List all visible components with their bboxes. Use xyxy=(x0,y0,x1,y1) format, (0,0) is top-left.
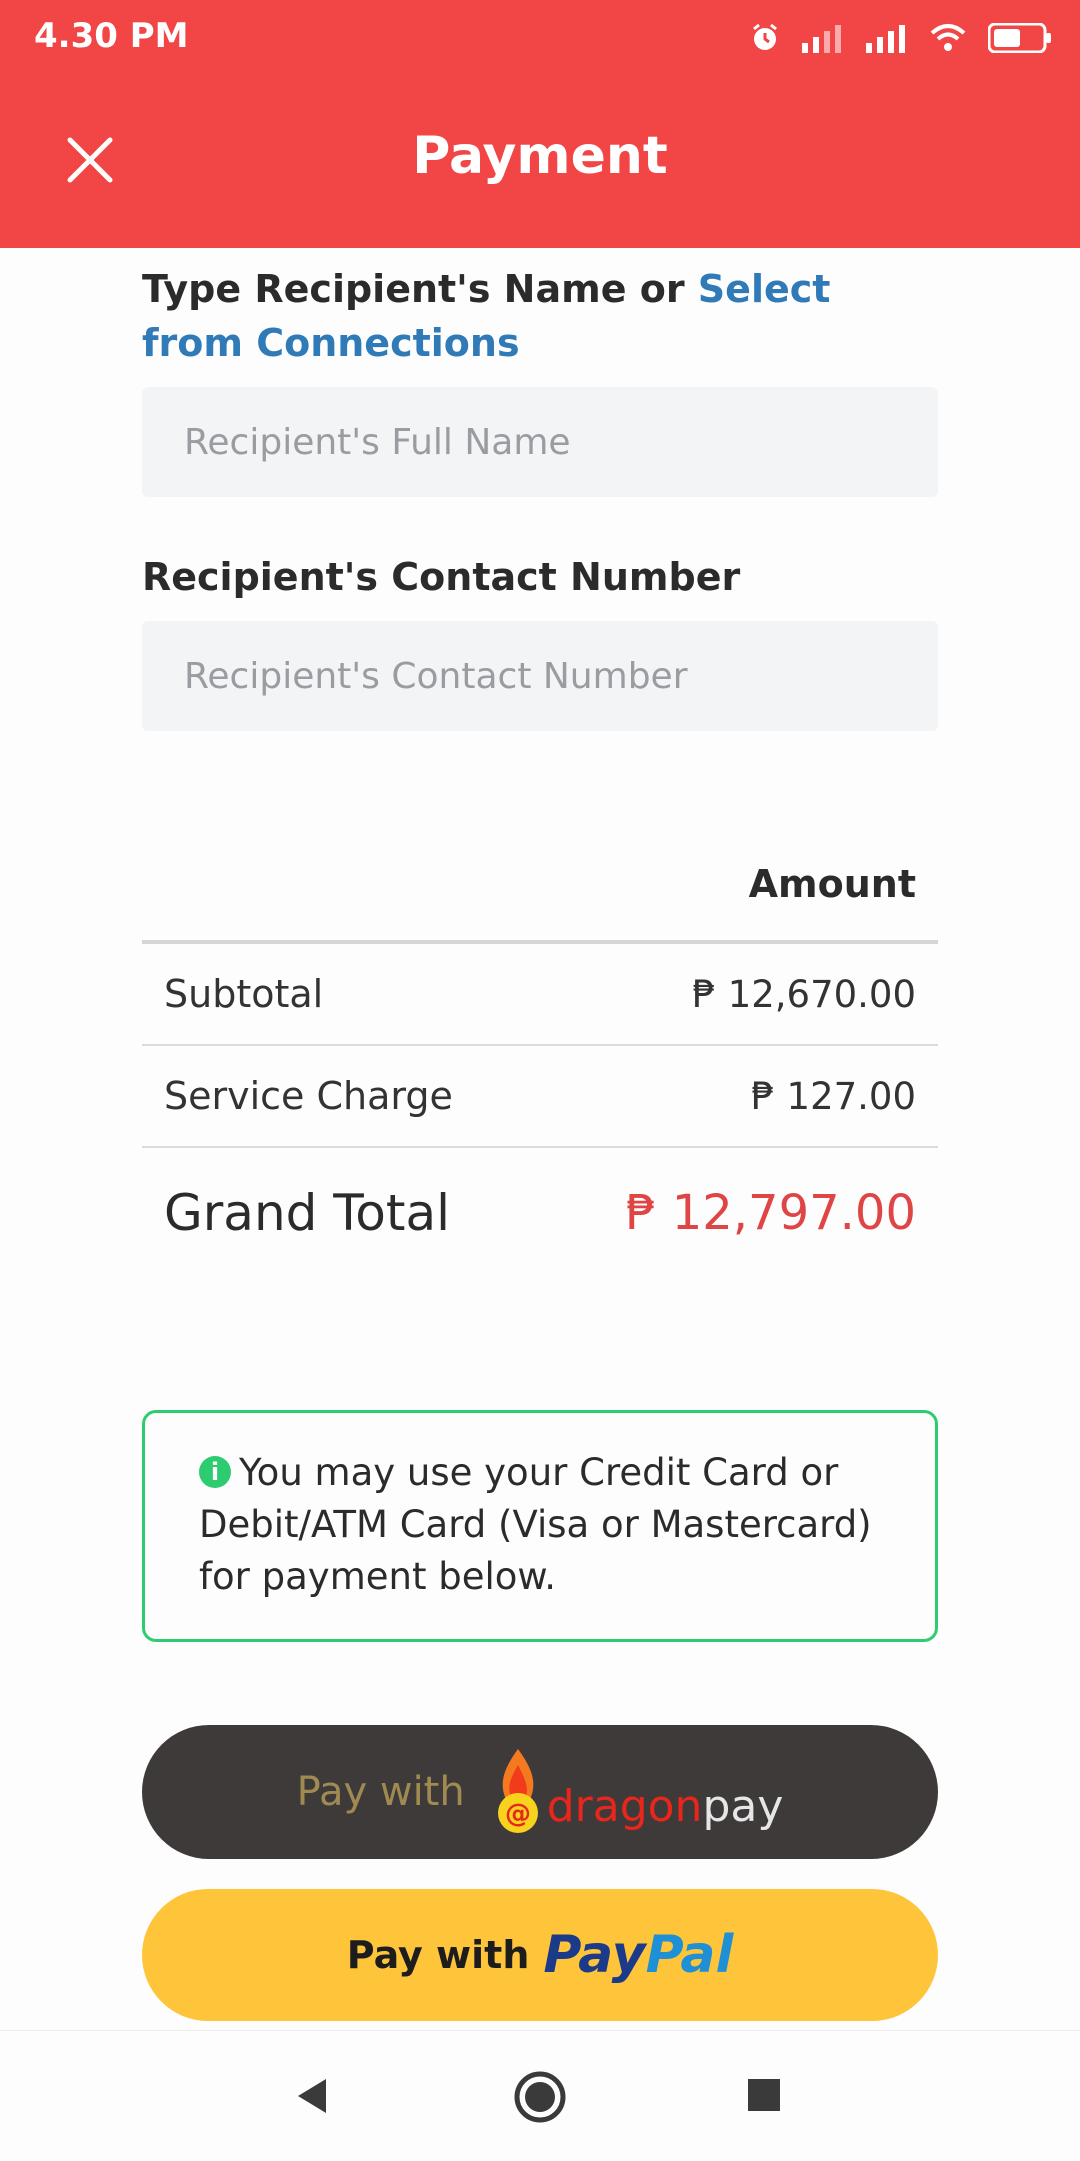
status-time: 4.30 PM xyxy=(34,16,189,56)
payment-info-notice: i You may use your Credit Card or Debit/A… xyxy=(142,1410,938,1642)
dragonpay-logo-icon: @ xyxy=(497,1749,538,1833)
info-icon: i xyxy=(199,1455,231,1488)
svg-text:@: @ xyxy=(505,1799,531,1829)
alarm-icon xyxy=(753,23,777,50)
summary-row-label: Subtotal xyxy=(164,972,324,1016)
dragonpay-brand-dragon: dragon xyxy=(546,1780,703,1832)
paypal-prefix: Pay with xyxy=(346,1933,530,1977)
pay-with-paypal-button[interactable]: Pay with PayPal xyxy=(142,1889,938,2021)
signal-icon xyxy=(802,25,841,53)
page-title: Payment xyxy=(412,126,668,186)
battery-icon xyxy=(988,23,1051,53)
recipient-name-label-text: Type Recipient's Name or xyxy=(142,267,698,311)
pay-with-dragonpay-button[interactable]: Pay with @ dragonpay xyxy=(142,1725,938,1859)
system-nav-bar xyxy=(0,2030,1080,2161)
summary-row-subtotal: Subtotal ₱ 12,670.00 xyxy=(142,944,938,1044)
summary-row-value: ₱ 12,670.00 xyxy=(692,972,916,1016)
dragonpay-brand-pay: pay xyxy=(702,1780,784,1832)
app-bar: Payment xyxy=(0,76,1080,248)
grand-total-value: ₱ 12,797.00 xyxy=(625,1185,916,1241)
dragonpay-prefix: Pay with xyxy=(296,1769,465,1815)
paypal-brand-pal: Pal xyxy=(645,1925,734,1985)
recipient-name-label: Type Recipient's Name or Select from Con… xyxy=(142,262,938,370)
summary-row-service-charge: Service Charge ₱ 127.00 xyxy=(142,1046,938,1146)
recipient-contact-label: Recipient's Contact Number xyxy=(142,555,741,599)
summary-row-label: Service Charge xyxy=(164,1074,453,1118)
signal-icon xyxy=(866,25,905,53)
amount-header: Amount xyxy=(748,862,916,906)
status-bar: 4.30 PM xyxy=(0,0,1080,76)
recipient-contact-field-container xyxy=(142,621,938,731)
wifi-icon xyxy=(930,24,966,51)
paypal-brand-pay: Pay xyxy=(543,1925,646,1985)
recipient-contact-input[interactable] xyxy=(182,654,898,698)
recipient-name-input[interactable] xyxy=(182,420,898,464)
home-icon[interactable] xyxy=(512,2069,568,2125)
amount-summary: Amount Subtotal ₱ 12,670.00 Service Char… xyxy=(142,860,938,1280)
grand-total-label: Grand Total xyxy=(164,1184,451,1242)
dragonpay-wordmark: dragonpay xyxy=(547,1781,784,1832)
summary-row-value: ₱ 127.00 xyxy=(751,1074,916,1118)
recipient-name-field-container xyxy=(142,387,938,497)
status-icons xyxy=(750,18,1052,58)
notice-text: You may use your Credit Card or Debit/AT… xyxy=(199,1451,872,1598)
grand-total-row: Grand Total ₱ 12,797.00 xyxy=(142,1148,938,1278)
recents-icon[interactable] xyxy=(744,2075,784,2115)
paypal-wordmark: PayPal xyxy=(543,1925,733,1985)
back-icon[interactable] xyxy=(290,2073,336,2119)
